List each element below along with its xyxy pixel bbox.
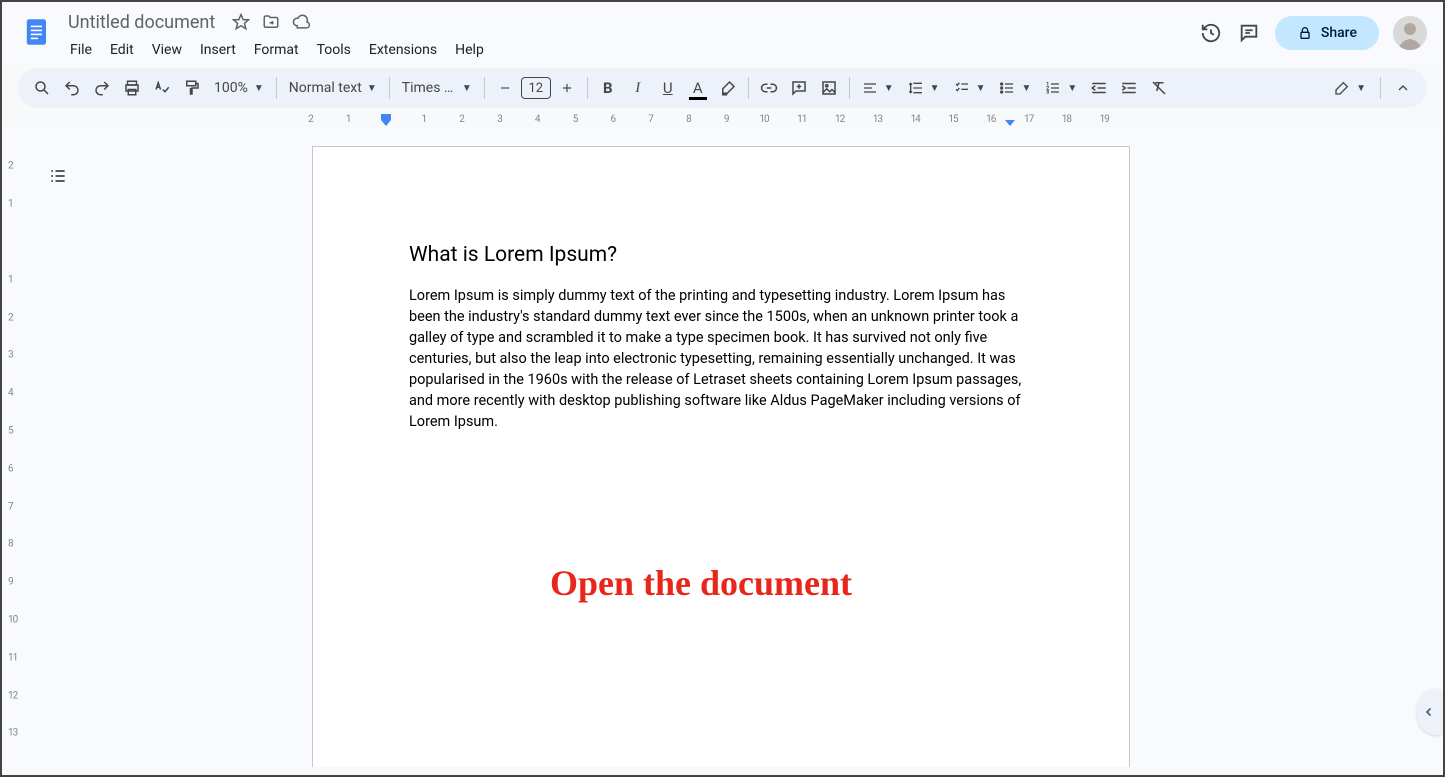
- line-spacing-dropdown[interactable]: ▼: [902, 74, 946, 102]
- collapse-toolbar-icon[interactable]: [1389, 74, 1417, 102]
- bold-icon[interactable]: B: [594, 74, 622, 102]
- document-canvas[interactable]: What is Lorem Ipsum? Lorem Ipsum is simp…: [25, 132, 1443, 767]
- menu-bar: File Edit View Insert Format Tools Exten…: [62, 38, 1199, 62]
- spellcheck-icon[interactable]: [148, 74, 176, 102]
- star-icon[interactable]: [231, 12, 251, 32]
- editing-mode-dropdown[interactable]: ▼: [1328, 74, 1372, 102]
- menu-format[interactable]: Format: [246, 38, 307, 62]
- chevron-down-icon: ▼: [254, 83, 264, 94]
- align-dropdown[interactable]: ▼: [856, 74, 900, 102]
- checklist-dropdown[interactable]: ▼: [948, 74, 992, 102]
- redo-icon[interactable]: [88, 74, 116, 102]
- separator: [389, 77, 390, 99]
- bulleted-list-dropdown[interactable]: ▼: [993, 74, 1037, 102]
- undo-icon[interactable]: [58, 74, 86, 102]
- toolbar-container: 100% ▼ Normal text ▼ Times … ▼ 12 B I U A ▼…: [2, 62, 1443, 108]
- chevron-down-icon: ▼: [1021, 83, 1031, 94]
- numbered-list-dropdown[interactable]: 123▼: [1039, 74, 1083, 102]
- separator: [1380, 77, 1381, 99]
- document-outline-icon[interactable]: [44, 162, 72, 190]
- account-avatar[interactable]: [1393, 16, 1427, 50]
- chevron-down-icon: ▼: [367, 83, 377, 94]
- menu-edit[interactable]: Edit: [102, 38, 142, 62]
- search-menus-icon[interactable]: [28, 74, 56, 102]
- move-folder-icon[interactable]: [261, 12, 281, 32]
- menu-help[interactable]: Help: [447, 38, 492, 62]
- decrease-indent-icon[interactable]: [1085, 74, 1113, 102]
- document-body[interactable]: Lorem Ipsum is simply dummy text of the …: [409, 285, 1033, 432]
- text-color-icon[interactable]: A: [684, 74, 712, 102]
- highlight-icon[interactable]: [714, 74, 742, 102]
- content-area: 2112345678910111213 What is Lorem Ipsum?…: [2, 132, 1443, 767]
- font-value: Times …: [402, 80, 454, 96]
- title-area: Untitled document File Edit View Insert …: [62, 8, 1199, 62]
- menu-insert[interactable]: Insert: [192, 38, 244, 62]
- clear-formatting-icon[interactable]: [1145, 74, 1173, 102]
- lock-icon: [1297, 25, 1313, 41]
- decrease-font-icon[interactable]: [491, 74, 519, 102]
- app-header: Untitled document File Edit View Insert …: [2, 2, 1443, 62]
- chevron-down-icon: ▼: [1356, 83, 1366, 94]
- chevron-down-icon: ▼: [976, 83, 986, 94]
- separator: [484, 77, 485, 99]
- separator: [748, 77, 749, 99]
- toolbar: 100% ▼ Normal text ▼ Times … ▼ 12 B I U A ▼…: [18, 68, 1427, 108]
- chevron-down-icon: ▼: [930, 83, 940, 94]
- zoom-value: 100%: [214, 80, 248, 96]
- document-heading[interactable]: What is Lorem Ipsum?: [409, 243, 1033, 267]
- chevron-down-icon: ▼: [462, 83, 472, 94]
- add-comment-icon[interactable]: [785, 74, 813, 102]
- vertical-ruler[interactable]: 2112345678910111213: [2, 132, 25, 767]
- menu-tools[interactable]: Tools: [309, 38, 359, 62]
- document-title[interactable]: Untitled document: [62, 10, 221, 35]
- insert-link-icon[interactable]: [755, 74, 783, 102]
- chevron-down-icon: ▼: [1067, 83, 1077, 94]
- paragraph-style-dropdown[interactable]: Normal text ▼: [283, 74, 383, 102]
- chevron-down-icon: ▼: [884, 83, 894, 94]
- increase-font-icon[interactable]: [553, 74, 581, 102]
- font-size-input[interactable]: 12: [521, 77, 551, 99]
- horizontal-ruler-row: 2112345678910111213141516171819: [2, 112, 1443, 132]
- style-value: Normal text: [289, 80, 362, 96]
- docs-logo[interactable]: [18, 12, 58, 52]
- paint-format-icon[interactable]: [178, 74, 206, 102]
- increase-indent-icon[interactable]: [1115, 74, 1143, 102]
- share-label: Share: [1321, 25, 1357, 41]
- print-icon[interactable]: [118, 74, 146, 102]
- zoom-dropdown[interactable]: 100% ▼: [208, 74, 270, 102]
- insert-image-icon[interactable]: [815, 74, 843, 102]
- italic-icon[interactable]: I: [624, 74, 652, 102]
- menu-file[interactable]: File: [62, 38, 100, 62]
- underline-icon[interactable]: U: [654, 74, 682, 102]
- share-button[interactable]: Share: [1275, 16, 1379, 50]
- horizontal-ruler[interactable]: 2112345678910111213141516171819: [25, 112, 1443, 128]
- comments-icon[interactable]: [1237, 21, 1261, 45]
- svg-text:3: 3: [1047, 89, 1050, 95]
- separator: [587, 77, 588, 99]
- cloud-status-icon[interactable]: [291, 12, 311, 32]
- font-family-dropdown[interactable]: Times … ▼: [396, 74, 478, 102]
- separator: [849, 77, 850, 99]
- history-icon[interactable]: [1199, 21, 1223, 45]
- menu-extensions[interactable]: Extensions: [361, 38, 445, 62]
- header-actions: Share: [1199, 16, 1427, 50]
- page[interactable]: What is Lorem Ipsum? Lorem Ipsum is simp…: [312, 146, 1130, 767]
- menu-view[interactable]: View: [144, 38, 190, 62]
- separator: [276, 77, 277, 99]
